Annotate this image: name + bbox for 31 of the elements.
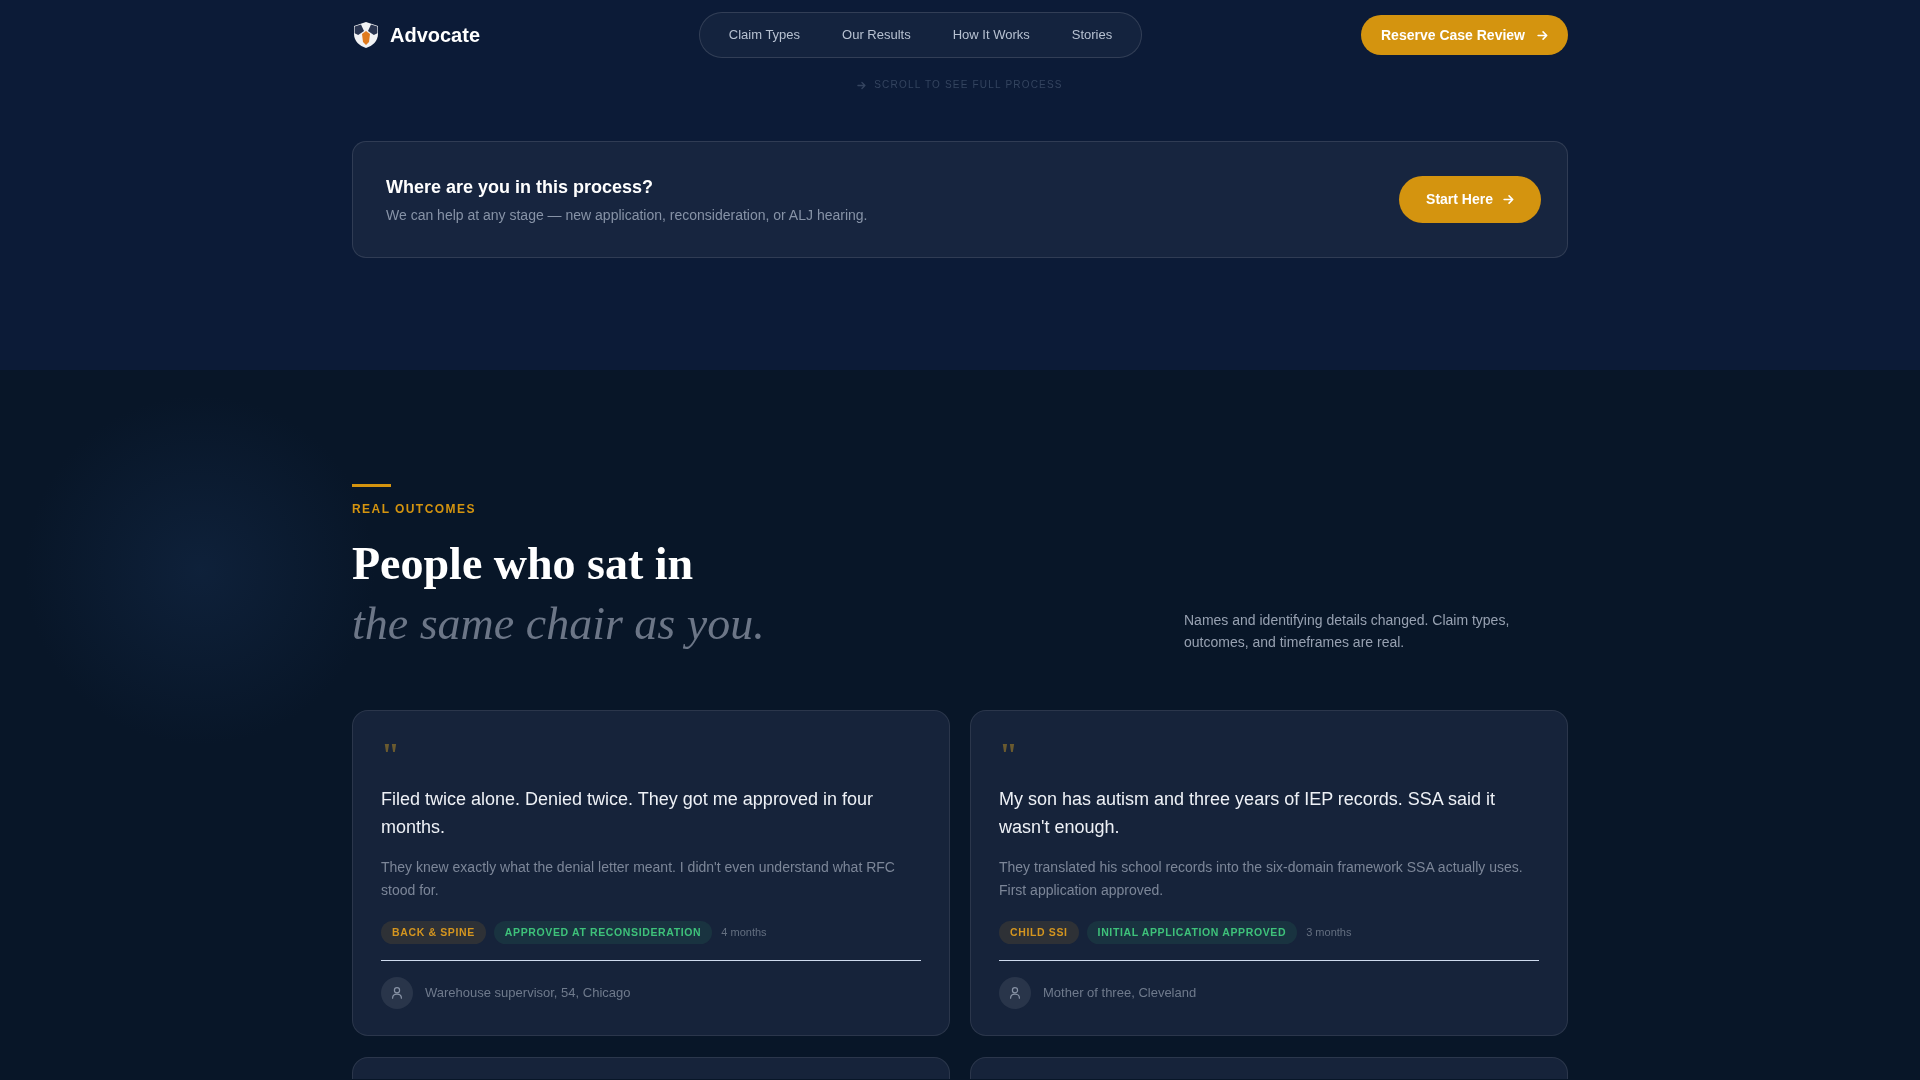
nav-link[interactable]: How It Works — [931, 13, 1051, 57]
nav-link[interactable]: Claim Types — [707, 13, 822, 57]
arrow-right-icon — [1537, 29, 1548, 41]
claim-type-tag: CHILD SSI — [999, 921, 1079, 944]
author-text: Mother of three, Cleveland — [1043, 984, 1197, 1003]
user-avatar-icon — [381, 977, 413, 1009]
nav-link[interactable]: Our Results — [821, 13, 932, 57]
arrow-right-icon — [857, 80, 867, 90]
disclaimer-note: Names and identifying details changed. Claim types, outcomes, and timeframes are real. — [1184, 611, 1511, 652]
testimonial-detail: They knew exactly what the denial letter meant. I didn't even understand what RFC stood for. — [381, 858, 896, 900]
outcome-tag: INITIAL APPLICATION APPROVED — [1086, 921, 1298, 944]
outcome-tag: APPROVED AT RECONSIDERATION — [493, 921, 713, 944]
process-title: Where are you in this process? — [386, 175, 655, 199]
quote-mark: " — [381, 738, 401, 772]
arrow-right-icon — [1503, 194, 1514, 205]
duration-text: 3 months — [1306, 925, 1352, 941]
testimonial-detail: They translated his school records into the six-domain framework SSA actually uses. First application approved. — [999, 858, 1524, 900]
user-avatar-icon — [999, 977, 1031, 1009]
testimonial-quote: Filed twice alone. Denied twice. They got me approved in four months. — [381, 788, 874, 839]
quote-mark: " — [999, 738, 1019, 772]
duration-text: 4 months — [721, 925, 767, 941]
section-subheading: the same chair as you. — [352, 597, 765, 651]
nav-link[interactable]: Stories — [1050, 13, 1134, 57]
brand-name: Advocate — [390, 23, 481, 47]
process-text: We can help at any stage — new application, reconsideration, or ALJ hearing. — [386, 205, 868, 225]
author-text: Warehouse supervisor, 54, Chicago — [425, 984, 631, 1003]
claim-type-tag: BACK & SPINE — [381, 921, 486, 944]
section-heading: People who sat in — [352, 537, 695, 591]
section-eyebrow: REAL OUTCOMES — [352, 502, 477, 516]
testimonial-quote: My son has autism and three years of IEP records. SSA said it wasn't enough. — [999, 788, 1496, 839]
shield-logo-icon — [352, 21, 380, 49]
